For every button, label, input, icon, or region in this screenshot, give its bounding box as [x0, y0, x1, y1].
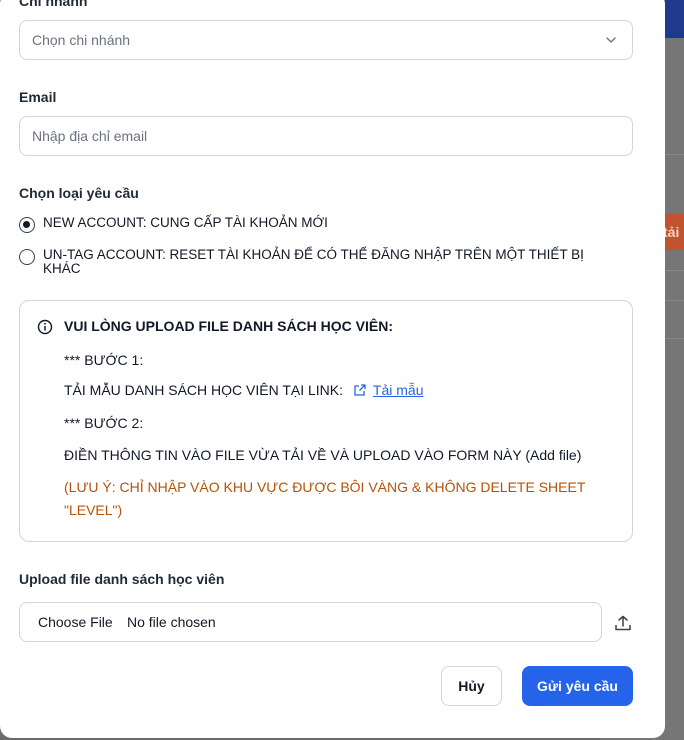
info-icon: [37, 319, 53, 335]
warning-note: (LƯU Ý: CHỈ NHẬP VÀO KHU VỰC ĐƯỢC BÔI VÀ…: [64, 479, 586, 518]
radio-option-label: UN-TAG ACCOUNT: RESET TÀI KHOẢN ĐỂ CÓ TH…: [43, 247, 584, 276]
template-download-link[interactable]: Tải mẫu: [353, 382, 424, 398]
step-2: *** BƯỚC 2:: [64, 415, 144, 431]
template-link-label: Tải mẫu: [372, 382, 424, 398]
step-1: *** BƯỚC 1:: [64, 352, 144, 368]
radio-button[interactable]: [19, 249, 35, 265]
instructions-title: VUI LÒNG UPLOAD FILE DANH SÁCH HỌC VIÊN:: [64, 318, 394, 334]
file-status: No file chosen: [127, 614, 216, 630]
upload-icon[interactable]: [614, 614, 632, 632]
email-field[interactable]: Nhập địa chỉ email: [19, 116, 633, 156]
file-input[interactable]: Choose File No file chosen: [19, 602, 602, 642]
email-placeholder: Nhập địa chỉ email: [32, 128, 148, 144]
upload-label: Upload file danh sách học viên: [19, 571, 225, 587]
request-modal: Chi nhánh Chọn chi nhánh Email Nhập địa …: [0, 0, 665, 738]
radio-button-selected[interactable]: [19, 217, 35, 233]
branch-select[interactable]: Chọn chi nhánh: [19, 20, 633, 60]
submit-button[interactable]: Gửi yêu cầu: [522, 666, 633, 706]
cancel-button[interactable]: Hủy: [441, 666, 502, 706]
upload-instructions-box: VUI LÒNG UPLOAD FILE DANH SÁCH HỌC VIÊN:…: [19, 300, 633, 542]
template-line: TẢI MẪU DANH SÁCH HỌC VIÊN TẠI LINK: Tải…: [64, 382, 423, 398]
email-label: Email: [19, 89, 57, 105]
choose-file-button[interactable]: Choose File: [38, 614, 113, 630]
template-text: TẢI MẪU DANH SÁCH HỌC VIÊN TẠI LINK:: [64, 382, 344, 398]
fill-instructions: ĐIỀN THÔNG TIN VÀO FILE VỪA TẢI VỀ VÀ UP…: [64, 447, 582, 463]
radio-option-untag-account[interactable]: UN-TAG ACCOUNT: RESET TÀI KHOẢN ĐỂ CÓ TH…: [19, 248, 623, 276]
radio-option-label: NEW ACCOUNT: CUNG CẤP TÀI KHOẢN MỚI: [43, 215, 328, 230]
request-type-label: Chọn loại yêu cầu: [19, 185, 139, 201]
external-link-icon: [354, 384, 366, 396]
branch-label: Chi nhánh: [19, 0, 88, 9]
chevron-down-icon: [606, 37, 616, 43]
radio-option-new-account[interactable]: NEW ACCOUNT: CUNG CẤP TÀI KHOẢN MỚI: [19, 216, 623, 233]
branch-placeholder: Chọn chi nhánh: [32, 32, 131, 48]
